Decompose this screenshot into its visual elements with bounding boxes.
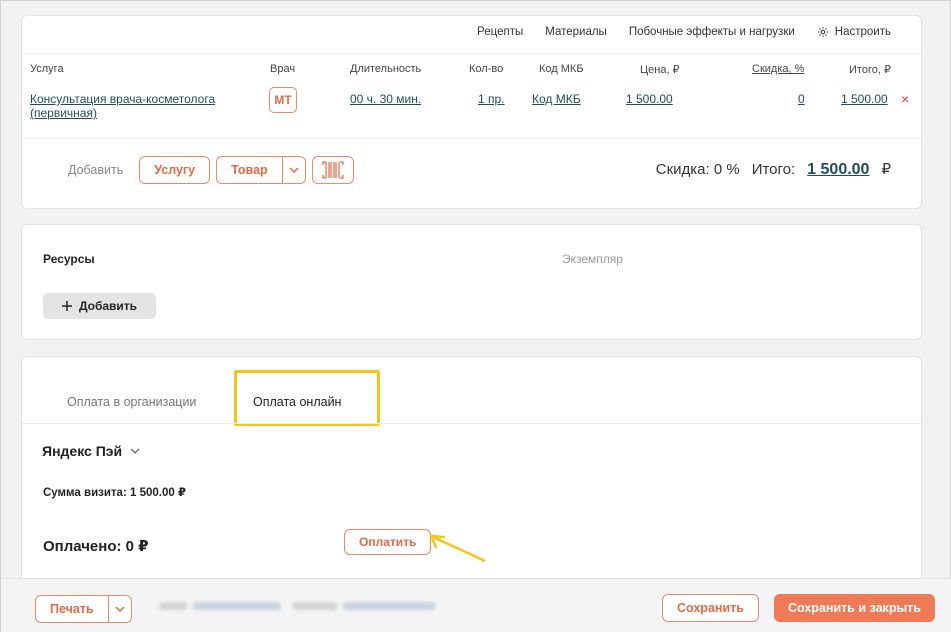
pay-button[interactable]: Оплатить — [344, 529, 432, 555]
header-service: Услуга — [30, 63, 64, 75]
instance-header: Экземпляр — [562, 252, 623, 266]
services-summary: Скидка: 0 % Итого: 1 500.00 ₽ — [656, 160, 891, 179]
side-effects-link[interactable]: Побочные эффекты и нагрузки — [629, 26, 795, 38]
settings-label: Настроить — [834, 26, 891, 38]
header-qty: Кол-во — [469, 63, 504, 75]
discount-link[interactable]: 0 — [798, 92, 805, 106]
services-card: Рецепты Материалы Побочные эффекты и наг… — [21, 15, 922, 209]
add-resource-label: Добавить — [78, 299, 138, 313]
chevron-down-icon — [130, 448, 140, 454]
add-label: Добавить — [68, 163, 124, 177]
duration-link[interactable]: 00 ч. 30 мин. — [350, 92, 421, 106]
blurred-text — [293, 602, 337, 610]
header-duration: Длительность — [350, 63, 422, 75]
save-button[interactable]: Сохранить — [662, 594, 759, 622]
header-discount[interactable]: Скидка, % — [752, 63, 804, 75]
price-link[interactable]: 1 500.00 — [626, 92, 673, 106]
footer-bar: Печать Сохранить Сохранить и закрыть — [1, 578, 951, 632]
barcode-icon — [322, 161, 344, 179]
divider — [22, 53, 921, 54]
divider — [22, 138, 921, 139]
delete-service-icon[interactable]: × — [901, 91, 909, 107]
tab-payment-online[interactable]: Оплата онлайн — [253, 395, 341, 409]
header-total: Итого, ₽ — [849, 64, 891, 76]
header-doctor: Врач — [270, 63, 296, 75]
annotation-arrow-icon — [429, 534, 486, 563]
print-dropdown[interactable] — [108, 595, 132, 623]
header-icd: Код МКБ — [539, 63, 584, 75]
service-name-link[interactable]: Консультация врача-косметолога (первична… — [30, 92, 250, 120]
blurred-meta — [159, 602, 435, 610]
services-top-links: Рецепты Материалы Побочные эффекты и наг… — [477, 26, 891, 38]
blurred-text — [159, 602, 187, 610]
blurred-text — [343, 602, 435, 610]
currency-symbol: ₽ — [881, 161, 891, 178]
divider — [22, 423, 921, 424]
resources-title: Ресурсы — [43, 252, 95, 266]
gear-icon — [817, 27, 828, 37]
add-product-button[interactable]: Товар — [216, 156, 283, 184]
recipes-link[interactable]: Рецепты — [477, 26, 523, 38]
save-and-close-button[interactable]: Сохранить и закрыть — [774, 594, 935, 622]
add-resource-button[interactable]: Добавить — [43, 293, 156, 319]
plus-icon — [61, 301, 72, 311]
add-product-split: Товар — [216, 156, 306, 184]
header-price: Цена, ₽ — [640, 64, 680, 76]
chevron-down-icon — [289, 167, 299, 174]
print-split: Печать — [35, 595, 132, 623]
doctor-badge[interactable]: МТ — [269, 87, 297, 113]
add-row: Добавить Услугу Товар — [68, 156, 354, 184]
add-product-dropdown[interactable] — [282, 156, 306, 184]
tab-payment-organization[interactable]: Оплата в организации — [67, 395, 196, 409]
print-button[interactable]: Печать — [35, 595, 109, 623]
payment-provider-select[interactable]: Яндекс Пэй — [42, 443, 140, 459]
total-summary-label: Итого: — [751, 161, 796, 178]
total-link[interactable]: 1 500.00 — [841, 92, 888, 106]
discount-summary: Скидка: 0 % — [655, 161, 740, 178]
payment-provider-label: Яндекс Пэй — [42, 443, 123, 459]
add-service-button[interactable]: Услугу — [139, 156, 211, 184]
icd-link[interactable]: Код МКБ — [532, 92, 581, 106]
blurred-text — [193, 602, 281, 610]
qty-link[interactable]: 1 пр. — [478, 92, 505, 106]
materials-link[interactable]: Материалы — [545, 26, 607, 38]
chevron-down-icon — [115, 606, 125, 613]
resources-card: Ресурсы Экземпляр Добавить — [21, 224, 922, 340]
barcode-button[interactable] — [311, 156, 354, 184]
visit-sum: Сумма визита: 1 500.00 ₽ — [43, 487, 186, 499]
settings-link[interactable]: Настроить — [817, 26, 891, 38]
payment-card: Оплата в организации Оплата онлайн Яндек… — [21, 356, 922, 586]
paid-amount: Оплачено: 0 ₽ — [43, 538, 149, 555]
total-summary-value[interactable]: 1 500.00 — [807, 161, 869, 179]
